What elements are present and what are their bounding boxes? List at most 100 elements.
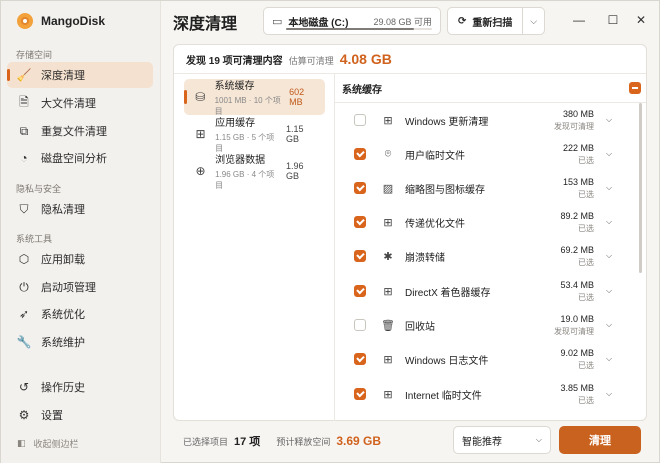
- disk-usage-fill: [286, 28, 415, 30]
- mode-value: 智能推荐: [462, 436, 502, 448]
- maximize-icon: ☐: [607, 13, 619, 27]
- list-item[interactable]: ✱ 崩溃转储 69.2 MB 已选 ⌵: [354, 239, 616, 273]
- list-item[interactable]: ⊞ Windows 日志文件 9.02 MB 已选 ⌵: [354, 342, 616, 376]
- rocket-icon: ➶: [18, 307, 30, 321]
- rescan-dropdown-button[interactable]: ⌵: [522, 8, 544, 34]
- item-size: 380 MB: [562, 108, 594, 119]
- collapse-sidebar-button[interactable]: ◧ 收起侧边栏: [17, 437, 79, 450]
- sidebar-item-uninstall[interactable]: ⬡ 应用卸载: [7, 246, 153, 272]
- footer-bar: 已选择项目 17 项 预计释放空间 3.69 GB 智能推荐 ⌵ 清理: [173, 424, 647, 458]
- item-checkbox[interactable]: [354, 182, 366, 194]
- item-size: 69.2 MB: [560, 244, 594, 255]
- windows-icon: ⊞: [383, 114, 393, 127]
- disk-selector[interactable]: ▭ 本地磁盘 (C:) 29.08 GB 可用: [263, 7, 441, 35]
- item-checkbox[interactable]: [354, 319, 366, 331]
- power-icon: ⏻: [19, 279, 29, 294]
- category-size: 1.96 GB: [286, 161, 304, 181]
- globe-icon: ⊕: [195, 164, 206, 178]
- selected-label: 已选择项目: [183, 437, 229, 447]
- item-name: 传递优化文件: [405, 218, 465, 230]
- trash-icon: 🗑: [381, 319, 395, 332]
- divider: [174, 73, 646, 74]
- category-system-cache[interactable]: ⛁ 系统缓存 1001 MB · 10 个项目 602 MB: [184, 79, 325, 116]
- wrench-icon: 🔧: [16, 335, 32, 349]
- category-app-cache[interactable]: ⊞ 应用缓存 1.15 GB · 5 个项目 1.15 GB: [184, 116, 325, 153]
- sidebar-item-settings[interactable]: ⚙ 设置: [7, 402, 153, 428]
- estimate-value: 4.08 GB: [339, 51, 392, 67]
- chevron-down-icon[interactable]: ⌵: [602, 251, 616, 261]
- results-panel: 发现 19 项可清理内容 估算可清理 4.08 GB ⛁ 系统缓存 1001 M…: [173, 44, 647, 421]
- minimize-icon: —: [573, 13, 585, 27]
- item-checkbox[interactable]: [354, 250, 366, 262]
- close-icon: ✕: [635, 13, 647, 27]
- list-item[interactable]: ⊞ Internet 临时文件 3.85 MB 已选 ⌵: [354, 377, 616, 411]
- item-status: 已选: [578, 257, 594, 267]
- item-name: Windows 日志文件: [405, 355, 489, 367]
- item-status: 已选: [578, 155, 594, 165]
- list-item[interactable]: ⊞ DirectX 着色器缓存 53.4 MB 已选 ⌵: [354, 274, 616, 308]
- sidebar: MangoDisk 存储空间 🧹 深度清理 🗎 大文件清理 ⧉ 重复文件清理 ◔…: [1, 1, 161, 463]
- item-checkbox[interactable]: [354, 353, 366, 365]
- rescan-button[interactable]: ⟳ 重新扫描: [448, 8, 522, 34]
- minimize-button[interactable]: —: [569, 11, 589, 29]
- maximize-button[interactable]: ☐: [603, 11, 623, 29]
- close-button[interactable]: ✕: [631, 11, 651, 29]
- pie-chart-icon: ◔: [20, 151, 28, 165]
- item-name: 用户临时文件: [405, 150, 465, 162]
- item-size: 9.02 MB: [560, 347, 594, 358]
- chevron-down-icon: ⌵: [535, 435, 542, 444]
- list-item[interactable]: ⌾ 用户临时文件 222 MB 已选 ⌵: [354, 137, 616, 171]
- chevron-down-icon[interactable]: ⌵: [602, 354, 616, 364]
- item-size: 53.4 MB: [560, 279, 594, 290]
- section-title-tools: 系统工具: [16, 234, 53, 244]
- chevron-down-icon[interactable]: ⌵: [602, 320, 616, 330]
- category-browser-data[interactable]: ⊕ 浏览器数据 1.96 GB · 4 个项目 1.96 GB: [184, 153, 325, 190]
- chevron-down-icon[interactable]: ⌵: [602, 286, 616, 296]
- divider: [334, 73, 335, 421]
- item-status: 发现可清理: [554, 326, 594, 336]
- mode-select[interactable]: 智能推荐 ⌵: [453, 426, 551, 454]
- sidebar-item-history[interactable]: ↺ 操作历史: [7, 374, 153, 400]
- category-size: 602 MB: [289, 87, 305, 107]
- free-space-value: 3.69 GB: [336, 434, 382, 448]
- item-checkbox[interactable]: [354, 114, 366, 126]
- sidebar-item-duplicate-files[interactable]: ⧉ 重复文件清理: [7, 118, 153, 144]
- category-name: 系统缓存: [214, 81, 255, 92]
- chevron-down-icon[interactable]: ⌵: [602, 217, 616, 227]
- item-checkbox[interactable]: [354, 388, 366, 400]
- select-all-checkbox[interactable]: [629, 82, 641, 94]
- chevron-down-icon[interactable]: ⌵: [602, 115, 616, 125]
- clean-button[interactable]: 清理: [559, 426, 641, 454]
- collapse-label: 收起侧边栏: [33, 439, 79, 449]
- sidebar-item-deep-clean[interactable]: 🧹 深度清理: [7, 62, 153, 88]
- scrollbar[interactable]: [639, 103, 642, 273]
- sidebar-item-large-files[interactable]: 🗎 大文件清理: [7, 90, 153, 116]
- item-size: 89.2 MB: [560, 210, 594, 221]
- item-name: 崩溃转储: [405, 252, 445, 264]
- item-size: 19.0 MB: [560, 313, 594, 324]
- found-count: 发现 19 项可清理内容: [186, 56, 283, 67]
- scan-summary: 发现 19 项可清理内容 估算可清理 4.08 GB: [186, 51, 392, 67]
- item-checkbox[interactable]: [354, 216, 366, 228]
- chevron-down-icon[interactable]: ⌵: [602, 149, 616, 159]
- file-icon: 🗎: [19, 94, 29, 109]
- list-item[interactable]: ▨ 缩略图与图标缓存 153 MB 已选 ⌵: [354, 171, 616, 205]
- item-checkbox[interactable]: [354, 285, 366, 297]
- sidebar-item-maintenance[interactable]: 🔧 系统维护: [7, 329, 153, 355]
- chevron-down-icon[interactable]: ⌵: [602, 389, 616, 399]
- sidebar-item-startup[interactable]: ⏻ 启动项管理: [7, 274, 153, 300]
- item-checkbox[interactable]: [354, 148, 366, 160]
- history-icon: ↺: [18, 380, 30, 394]
- list-item[interactable]: ⊞ Windows 更新清理 380 MB 发现可清理 ⌵: [354, 103, 616, 137]
- item-status: 已选: [578, 395, 594, 405]
- item-name: Windows 更新清理: [405, 116, 489, 128]
- list-item[interactable]: 🗑 回收站 19.0 MB 发现可清理 ⌵: [354, 308, 616, 342]
- sidebar-item-label: 大文件清理: [41, 98, 96, 110]
- detail-title: 系统缓存: [342, 85, 382, 96]
- shield-icon: ⛉: [19, 201, 29, 216]
- chevron-down-icon[interactable]: ⌵: [602, 183, 616, 193]
- list-item[interactable]: ⊞ 传递优化文件 89.2 MB 已选 ⌵: [354, 205, 616, 239]
- sidebar-item-optimize[interactable]: ➶ 系统优化: [7, 301, 153, 327]
- sidebar-item-privacy-clean[interactable]: ⛉ 隐私清理: [7, 196, 153, 222]
- sidebar-item-disk-analysis[interactable]: ◔ 磁盘空间分析: [7, 145, 153, 171]
